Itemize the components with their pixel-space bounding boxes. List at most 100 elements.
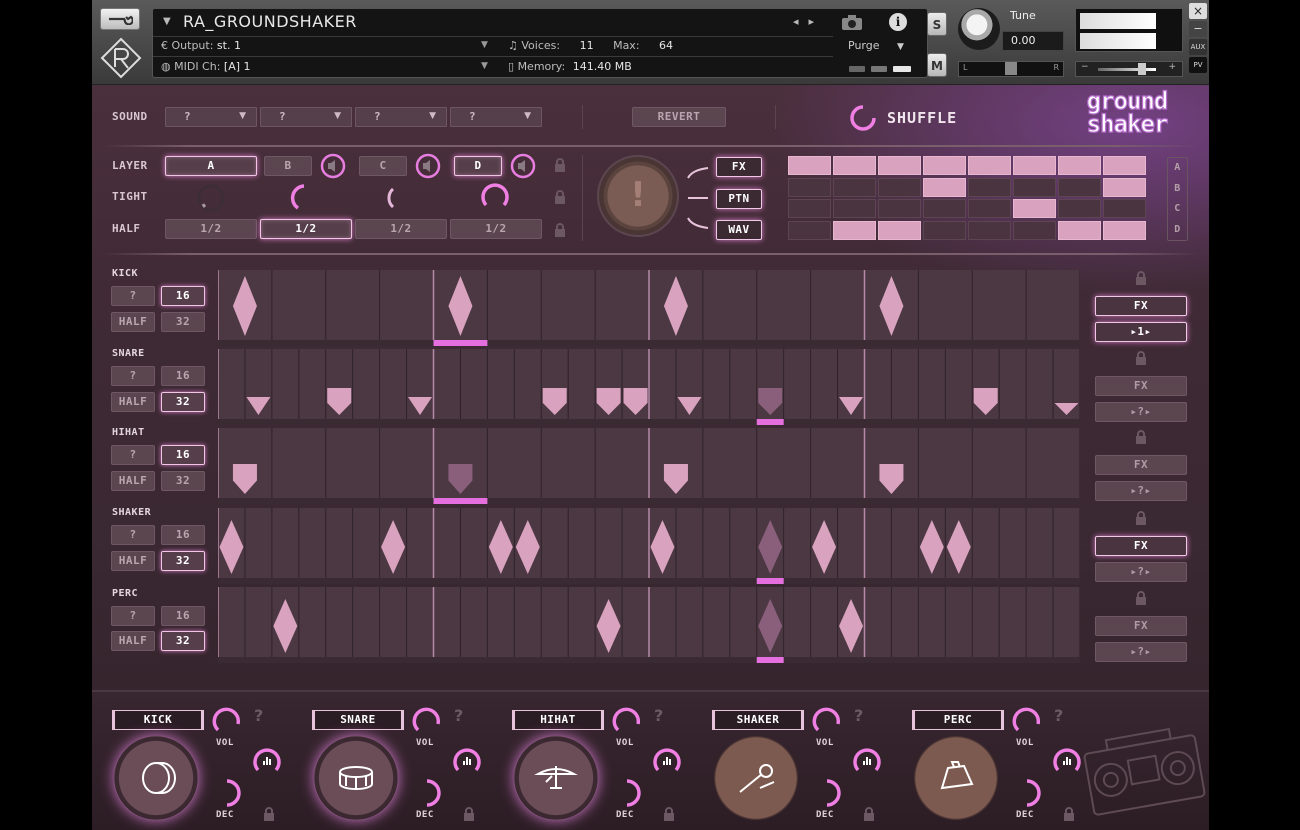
volume-slider[interactable]: − + [1075,61,1183,77]
pattern-cell[interactable] [833,220,876,240]
pattern-cell[interactable] [1013,177,1056,197]
output-dropdown-icon[interactable]: ▼ [481,40,488,50]
perc-pad[interactable] [914,736,998,820]
perc-half-button[interactable]: HALF [111,631,155,651]
sound-dropdown-2[interactable]: ? ▼ [260,107,352,127]
purge-button[interactable]: Purge ▼ [848,39,904,52]
perc-vol-knob[interactable] [1012,706,1042,736]
snare-16-button[interactable]: 16 [161,366,205,386]
shaker-half-button[interactable]: HALF [111,551,155,571]
tight-knob-a[interactable] [196,183,226,213]
pattern-cell[interactable] [788,177,831,197]
pattern-cell[interactable] [878,220,921,240]
hihat-step-grid[interactable] [218,428,1080,504]
perc-pattern-nav[interactable]: ▸?▸ [1095,642,1187,662]
hihat-pad[interactable] [514,736,598,820]
pattern-cell[interactable] [923,177,966,197]
snare-pattern-nav[interactable]: ▸?▸ [1095,402,1187,422]
kick-dec-knob[interactable] [212,778,242,808]
pattern-cell[interactable] [878,177,921,197]
half-button-3[interactable]: 1/2 [355,219,447,239]
pattern-cell[interactable] [788,199,831,218]
hihat-random-button[interactable]: ? [111,445,155,465]
layer-a-button[interactable]: A [165,156,257,176]
lock-icon[interactable] [463,807,475,821]
abcd-d[interactable]: D [1168,220,1187,241]
lock-icon[interactable] [1063,807,1075,821]
lock-icon[interactable] [1135,591,1147,605]
close-button[interactable]: × [1189,3,1207,19]
solo-button[interactable]: S [927,12,947,36]
shaker-fx-button[interactable]: FX [1095,536,1187,556]
pattern-cell[interactable] [968,220,1011,240]
wav-mode-button[interactable]: WAV [716,220,762,240]
snare-eq-knob[interactable] [452,746,482,776]
tune-knob[interactable] [958,8,1000,50]
module-shaker-name[interactable]: SHAKER [712,710,804,730]
lock-icon[interactable] [554,158,566,172]
kick-help-icon[interactable]: ? [254,706,263,725]
max-value[interactable]: 64 [659,39,673,52]
lock-icon[interactable] [1135,271,1147,285]
wrench-button[interactable] [100,8,140,30]
kick-16-button[interactable]: 16 [161,286,205,306]
shaker-help-icon[interactable]: ? [854,706,863,725]
kick-fx-button[interactable]: FX [1095,296,1187,316]
pattern-cell[interactable] [1103,220,1146,240]
hihat-fx-button[interactable]: FX [1095,455,1187,475]
abcd-c[interactable]: C [1168,199,1187,220]
shaker-pattern-nav[interactable]: ▸?▸ [1095,562,1187,582]
hihat-vol-knob[interactable] [612,706,642,736]
pan-slider[interactable]: L R [958,61,1064,77]
pattern-cell[interactable] [1103,156,1146,175]
perc-step-grid[interactable] [218,587,1080,663]
pan-handle[interactable] [1005,62,1017,75]
pattern-cell[interactable] [878,156,921,175]
shaker-step-grid[interactable] [218,508,1080,584]
fx-mode-button[interactable]: FX [716,157,762,177]
sound-dropdown-1[interactable]: ? ▼ [165,107,257,127]
snare-dec-knob[interactable] [412,778,442,808]
pattern-cell[interactable] [1013,199,1056,218]
snare-half-button[interactable]: HALF [111,392,155,412]
layer-b-button[interactable]: B [264,156,312,176]
abcd-b[interactable]: B [1168,179,1187,200]
perc-32-button[interactable]: 32 [161,631,205,651]
shaker-vol-knob[interactable] [812,706,842,736]
kick-step-grid[interactable] [218,270,1080,346]
perc-random-button[interactable]: ? [111,606,155,626]
speaker-icon[interactable] [510,153,536,179]
hihat-pattern-nav[interactable]: ▸?▸ [1095,481,1187,501]
hihat-eq-knob[interactable] [652,746,682,776]
minimize-button[interactable]: − [1189,21,1207,37]
pattern-cell[interactable] [1013,220,1056,240]
module-perc-name[interactable]: PERC [912,710,1004,730]
speaker-icon[interactable] [415,153,441,179]
pattern-cell[interactable] [968,156,1011,175]
kick-random-button[interactable]: ? [111,286,155,306]
snare-vol-knob[interactable] [412,706,442,736]
pattern-cell[interactable] [1013,156,1056,175]
pattern-cell[interactable] [1103,177,1146,197]
kick-32-button[interactable]: 32 [161,312,205,332]
pattern-cell[interactable] [1058,156,1101,175]
pattern-cell[interactable] [1103,199,1146,218]
hihat-help-icon[interactable]: ? [654,706,663,725]
kick-half-button[interactable]: HALF [111,312,155,332]
shaker-pad[interactable] [714,736,798,820]
midi-row[interactable]: ◍ MIDI Ch: [A] 1 [161,60,251,73]
tight-knob-b[interactable] [289,183,319,213]
snare-pad[interactable] [314,736,398,820]
snare-step-grid[interactable] [218,349,1080,425]
module-snare-name[interactable]: SNARE [312,710,404,730]
tune-value[interactable]: 0.00 [1002,31,1064,51]
pattern-cell[interactable] [788,156,831,175]
pv-button[interactable]: PV [1189,57,1207,73]
pattern-cell[interactable] [833,156,876,175]
perc-help-icon[interactable]: ? [1054,706,1063,725]
pattern-cell[interactable] [1058,177,1101,197]
aux-button[interactable]: AUX [1189,39,1207,55]
tight-knob-d[interactable] [480,183,510,213]
half-button-4[interactable]: 1/2 [450,219,542,239]
pattern-cell[interactable] [968,177,1011,197]
